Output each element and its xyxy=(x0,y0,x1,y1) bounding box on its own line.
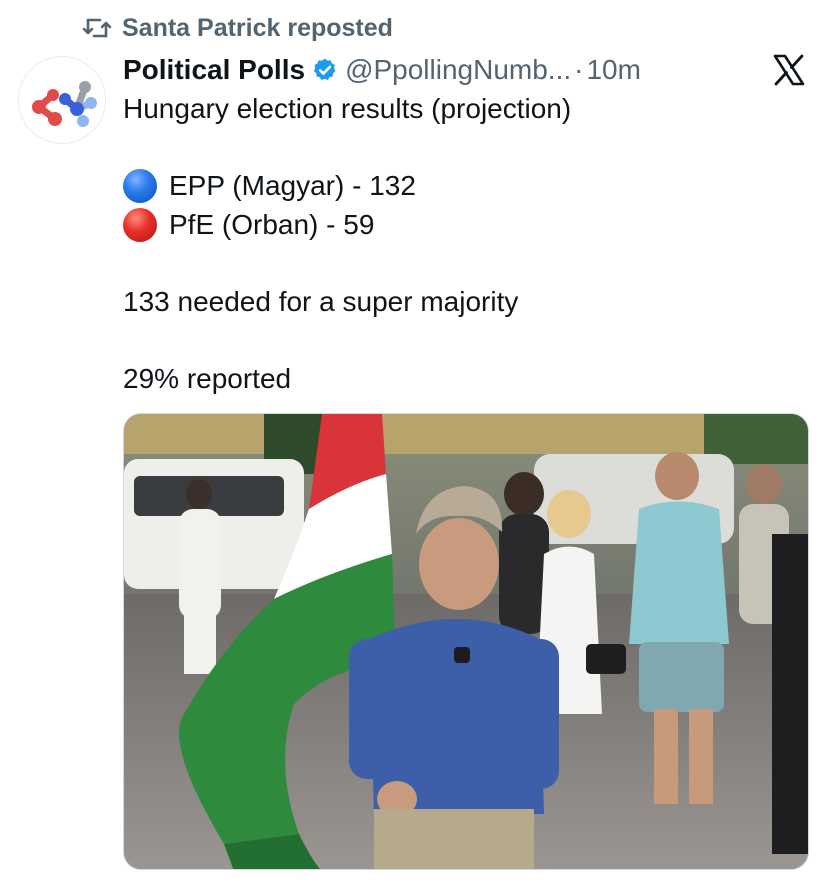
result-epp-text: EPP (Magyar) - 132 xyxy=(169,170,416,201)
tweet-photo[interactable] xyxy=(123,413,809,870)
supermajority-text: 133 needed for a super majority xyxy=(123,285,519,317)
repost-text: Santa Patrick reposted xyxy=(122,13,393,42)
post-time[interactable]: 10m xyxy=(586,54,640,86)
separator-dot: · xyxy=(574,54,584,85)
red-circle-icon xyxy=(123,207,157,242)
x-logo-icon[interactable] xyxy=(772,53,806,87)
result-pfe: PfE (Orban) - 59 xyxy=(123,206,803,245)
tweet-header: Political Polls @PpollingNumb... · 10m xyxy=(123,50,641,90)
tweet-headline: Hungary election results (projection) xyxy=(123,93,572,124)
repost-icon xyxy=(82,16,112,40)
tweet-text: Hungary election results (projection) EP… xyxy=(123,90,803,398)
blue-circle-icon xyxy=(123,169,157,204)
author-handle[interactable]: @PpollingNumb... xyxy=(345,54,571,86)
reported-text: 29% reported xyxy=(123,362,292,394)
avatar[interactable] xyxy=(18,56,106,144)
verified-badge-icon xyxy=(312,57,338,83)
repost-indicator[interactable]: Santa Patrick reposted xyxy=(82,12,393,44)
author-display-name[interactable]: Political Polls xyxy=(123,54,305,86)
political-polls-logo xyxy=(32,81,97,127)
result-epp: EPP (Magyar) - 132 xyxy=(123,167,803,206)
result-pfe-text: PfE (Orban) - 59 xyxy=(169,208,375,240)
